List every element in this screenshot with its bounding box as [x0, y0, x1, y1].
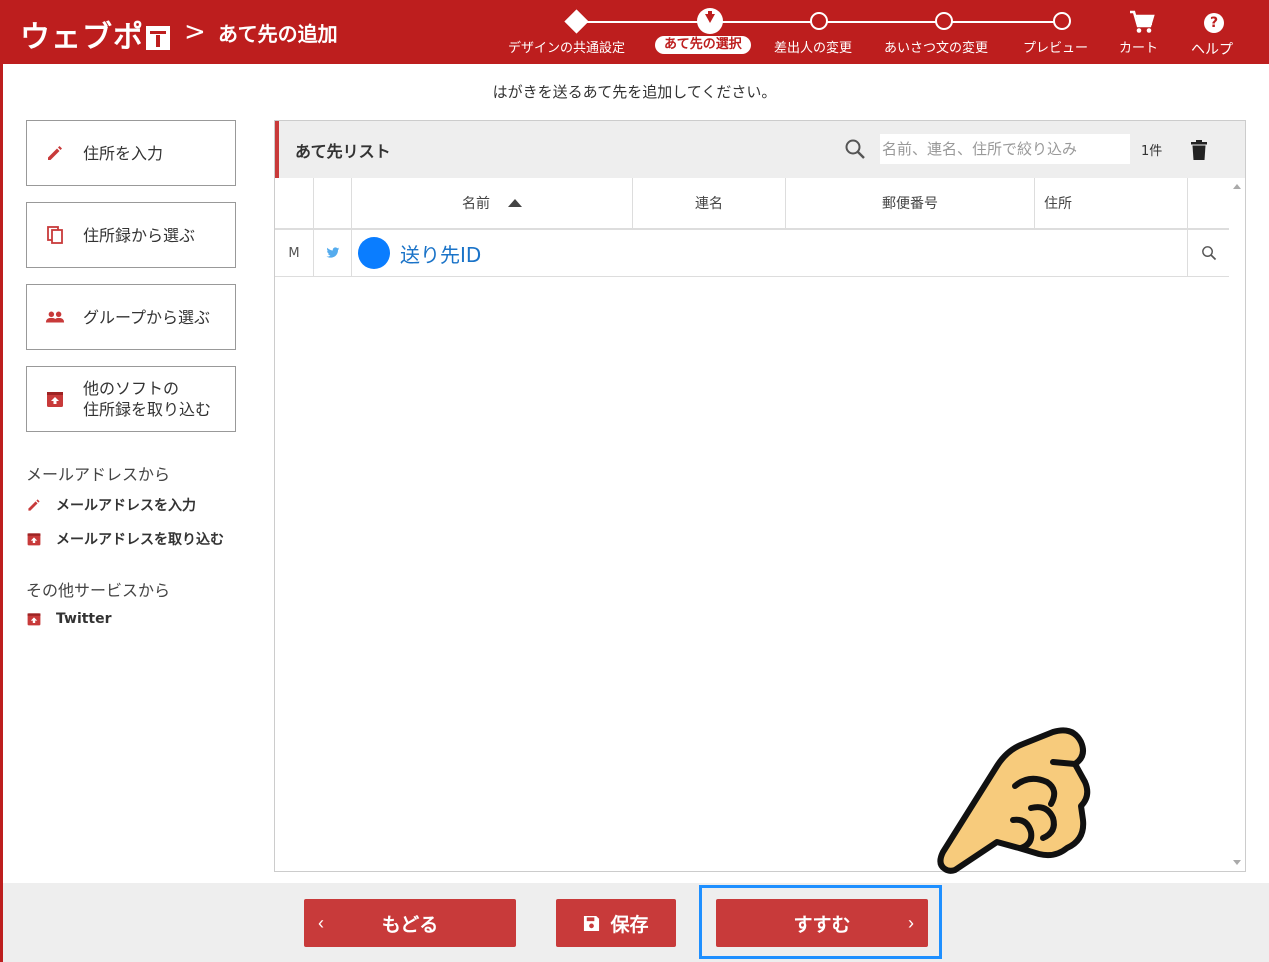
col-source-header: [314, 178, 352, 228]
step-todo-icon[interactable]: [1053, 12, 1071, 30]
recipient-list-panel: あて先リスト 1件 名前 連名 郵便番号 住所 M: [274, 120, 1246, 872]
col-address-header[interactable]: 住所: [1035, 178, 1188, 228]
list-scrollbar[interactable]: [1229, 178, 1245, 871]
table-header: 名前 連名 郵便番号 住所: [275, 178, 1229, 230]
enter-email-link[interactable]: メールアドレスを入力: [26, 495, 196, 515]
cart-icon[interactable]: [1129, 10, 1155, 34]
import-email-link[interactable]: メールアドレスを取り込む: [26, 529, 224, 549]
chevron-left-icon: ‹: [318, 913, 324, 933]
row-source-cell: [314, 230, 352, 276]
choose-from-group-button[interactable]: グループから選ぶ: [26, 284, 236, 350]
postmark-icon: [146, 26, 170, 50]
step-design-common[interactable]: デザインの共通設定: [508, 37, 625, 56]
app-header: ウェブポ > あて先の追加 デザインの共通設定 あて先の選択 差出人の変更 あい…: [0, 0, 1269, 64]
save-button[interactable]: 保存: [556, 899, 676, 947]
enter-address-button[interactable]: 住所を入力: [26, 120, 236, 186]
col-joint-label: 連名: [695, 196, 723, 212]
import-other-software-button[interactable]: 他のソフトの 住所録を取り込む: [26, 366, 236, 432]
choose-from-addressbook-button[interactable]: 住所録から選ぶ: [26, 202, 236, 268]
magnifier-icon: [1201, 246, 1216, 261]
row-detail-button[interactable]: [1188, 230, 1229, 276]
enter-address-label: 住所を入力: [83, 143, 164, 163]
step-todo-icon[interactable]: [935, 12, 953, 30]
copy-icon: [47, 226, 63, 244]
step-current-icon: [697, 8, 723, 34]
step-done-icon[interactable]: [564, 9, 589, 34]
search-icon[interactable]: [844, 138, 866, 160]
pencil-icon: [28, 499, 40, 511]
choose-from-group-label: グループから選ぶ: [83, 307, 211, 327]
import-email-label: メールアドレスを取り込む: [56, 532, 224, 548]
help-link[interactable]: ヘルプ: [1191, 39, 1233, 59]
record-count: 1件: [1141, 144, 1163, 159]
twitter-icon: [326, 247, 339, 258]
recipient-avatar: [358, 237, 390, 269]
scroll-down-icon[interactable]: [1233, 860, 1241, 865]
step-todo-icon[interactable]: [810, 12, 828, 30]
back-button-label: もどる: [381, 914, 439, 936]
import-other-software-label: 他のソフトの 住所録を取り込む: [83, 379, 212, 419]
instruction-text: はがきを送るあて先を追加してください。: [492, 83, 777, 101]
breadcrumb-separator: >: [184, 17, 206, 47]
twitter-import-label: Twitter: [56, 611, 112, 627]
import-icon: [27, 613, 41, 626]
step-change-sender[interactable]: 差出人の変更: [774, 37, 852, 56]
row-type-cell: M: [275, 230, 314, 276]
next-button-highlight: [699, 885, 942, 959]
col-joint-header[interactable]: 連名: [633, 178, 786, 228]
webpo-logo[interactable]: ウェブポ: [20, 12, 170, 56]
other-services-heading: その他サービスから: [26, 581, 171, 600]
floppy-disk-icon: [584, 915, 600, 931]
cart-link[interactable]: カート: [1119, 37, 1158, 56]
list-header: あて先リスト 1件: [275, 121, 1245, 178]
pencil-icon: [48, 146, 62, 160]
step-change-greeting[interactable]: あいさつ文の変更: [884, 37, 988, 56]
row-name-cell[interactable]: 送り先ID: [352, 230, 1188, 276]
page-title: あて先の追加: [218, 22, 338, 46]
twitter-import-link[interactable]: Twitter: [26, 611, 112, 627]
col-action-header: [1188, 178, 1229, 228]
back-button[interactable]: ‹ もどる: [304, 899, 516, 947]
col-postal-label: 郵便番号: [882, 196, 938, 212]
trash-icon[interactable]: [1190, 139, 1208, 161]
table-row[interactable]: M 送り先ID: [275, 230, 1229, 277]
sort-ascending-icon: [508, 199, 522, 207]
col-name-label: 名前: [462, 196, 490, 212]
enter-email-label: メールアドレスを入力: [56, 498, 196, 514]
list-title: あて先リスト: [295, 142, 391, 161]
left-accent-border: [0, 64, 3, 962]
col-name-header[interactable]: 名前: [352, 178, 633, 228]
help-icon[interactable]: ?: [1204, 13, 1224, 33]
step-preview[interactable]: プレビュー: [1023, 37, 1088, 56]
scroll-up-icon[interactable]: [1233, 184, 1241, 189]
step-select-recipient: あて先の選択: [655, 36, 751, 54]
import-icon: [47, 392, 63, 407]
pointing-hand-icon: [937, 727, 1091, 874]
save-button-label: 保存: [610, 914, 649, 936]
recipient-name: 送り先ID: [400, 242, 482, 267]
group-icon: [45, 311, 65, 323]
choose-from-addressbook-label: 住所録から選ぶ: [83, 225, 196, 245]
import-icon: [27, 533, 41, 546]
logo-text: ウェブポ: [20, 20, 144, 55]
col-address-label: 住所: [1044, 196, 1072, 212]
col-type-header: [275, 178, 314, 228]
filter-search-input[interactable]: [880, 134, 1130, 164]
email-section-heading: メールアドレスから: [26, 465, 171, 484]
col-postal-header[interactable]: 郵便番号: [786, 178, 1035, 228]
